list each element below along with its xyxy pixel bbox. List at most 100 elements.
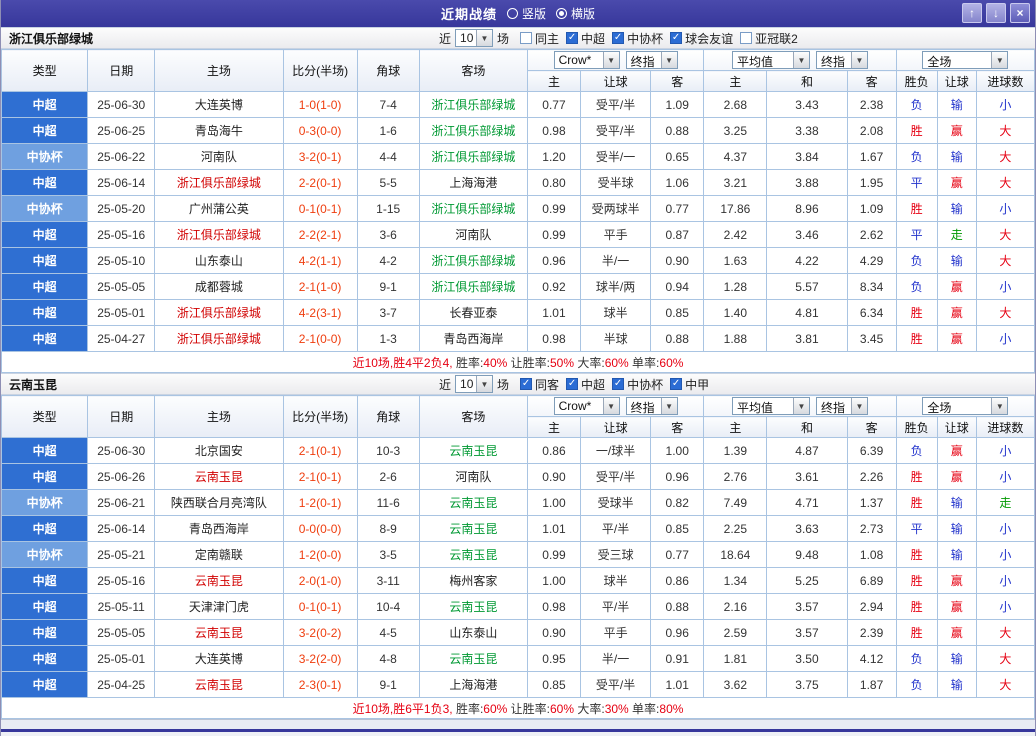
cell-home-team: 青岛海牛 xyxy=(154,117,284,144)
cell-handicap-result: 走 xyxy=(936,221,977,248)
cell-league: 中超 xyxy=(1,593,89,620)
summary-segment: 40% xyxy=(483,355,508,370)
filter-checkbox-4[interactable]: 亚冠联2 xyxy=(740,30,798,47)
cell-euro-away: 2.94 xyxy=(846,593,897,620)
cell-league: 中超 xyxy=(1,325,89,352)
cell-euro-away: 1.95 xyxy=(846,169,897,196)
cell-result: 胜 xyxy=(895,325,938,352)
team-name: 云南玉昆 xyxy=(9,377,58,392)
cell-score: 2-0(1-0) xyxy=(282,567,358,594)
cell-home-team: 广州蒲公英 xyxy=(154,195,284,222)
filter-checkbox-label: 中超 xyxy=(581,31,606,46)
cell-euro-home: 1.34 xyxy=(703,567,768,594)
view-vertical-radio[interactable]: 竖版 xyxy=(506,5,546,22)
cell-date: 25-06-14 xyxy=(87,169,156,196)
view-horizontal-radio[interactable]: 横版 xyxy=(556,5,595,22)
cell-euro-home: 18.64 xyxy=(703,541,768,568)
filter-checkbox-0[interactable]: 同主 xyxy=(520,30,559,47)
summary-text: 近10场,胜4平2负4, 胜率:40% 让胜率:50% 大率:60% 单率:60… xyxy=(1,351,1035,373)
cell-league: 中超 xyxy=(1,463,89,490)
bookmaker-select[interactable]: Crow* ▼ xyxy=(553,397,620,415)
move-down-button[interactable]: ↓ xyxy=(986,3,1006,23)
cell-league: 中超 xyxy=(1,515,89,542)
close-button[interactable]: × xyxy=(1010,3,1030,23)
cell-home-team: 浙江俱乐部绿城 xyxy=(154,299,284,326)
summary-segment: 30% xyxy=(604,701,629,716)
cell-euro-home: 2.59 xyxy=(703,619,768,646)
bottom-strip xyxy=(1,719,1035,729)
cell-handicap-result: 输 xyxy=(936,247,977,274)
cell-euro-draw: 3.57 xyxy=(766,593,848,620)
filter-checkbox-3[interactable]: ✓ 球会友谊 xyxy=(670,30,733,47)
cell-home-team: 云南玉昆 xyxy=(154,463,284,490)
cell-away-team: 云南玉昆 xyxy=(418,645,528,672)
cell-odds-away: 0.77 xyxy=(650,195,705,222)
cell-away-team: 浙江俱乐部绿城 xyxy=(418,273,528,300)
cell-result: 负 xyxy=(895,91,938,118)
scope-select[interactable]: 全场 ▼ xyxy=(922,51,1009,69)
match-row: 中超 25-05-01 浙江俱乐部绿城 4-2(3-1) 3-7 长春亚泰 1.01 球半 0.… xyxy=(1,299,1035,326)
euro-time-select[interactable]: 终指 ▼ xyxy=(815,51,868,69)
recent-results-panel: 近期战绩 竖版 横版 ↑ ↓ × 浙江俱乐部绿城 近 10 ▼ 场 同主 ✓ 中… xyxy=(0,0,1036,736)
cell-corners: 1-6 xyxy=(356,117,420,144)
filter-checkbox-2[interactable]: ✓ 中协杯 xyxy=(612,30,663,47)
euro-time-select[interactable]: 终指 ▼ xyxy=(815,397,868,415)
cell-odds-away: 0.77 xyxy=(650,541,705,568)
recent-results-table: 类型 日期 主场 比分(半场) 角球 客场 Crow* ▼ 终指 ▼ 平均值 ▼… xyxy=(1,395,1035,719)
bookmaker-select[interactable]: Crow* ▼ xyxy=(553,51,620,69)
radio-unchecked-icon xyxy=(506,8,518,19)
col-header-away: 客场 xyxy=(418,49,528,92)
cell-odds-away: 1.01 xyxy=(650,671,705,698)
cell-league: 中超 xyxy=(1,91,89,118)
cell-away-team: 浙江俱乐部绿城 xyxy=(418,143,528,170)
cell-result: 平 xyxy=(895,515,938,542)
cell-away-team: 浙江俱乐部绿城 xyxy=(418,117,528,144)
cell-league: 中超 xyxy=(1,169,89,196)
filter-checkbox-3[interactable]: ✓ 中甲 xyxy=(670,376,709,393)
chevron-down-icon: ▼ xyxy=(476,30,493,46)
cell-result: 负 xyxy=(895,671,938,698)
cell-home-team: 云南玉昆 xyxy=(154,567,284,594)
scope-select[interactable]: 全场 ▼ xyxy=(922,397,1009,415)
cell-odds-away: 0.88 xyxy=(650,117,705,144)
cell-euro-draw: 9.48 xyxy=(766,541,848,568)
filter-checkbox-1[interactable]: ✓ 中超 xyxy=(566,30,605,47)
asian-odds-select-cell: Crow* ▼ 终指 ▼ xyxy=(526,49,705,71)
cell-goals-result: 走 xyxy=(975,489,1035,516)
recent-count-select[interactable]: 10 ▼ xyxy=(455,375,494,393)
cell-odds-away: 0.88 xyxy=(650,593,705,620)
filter-checkbox-1[interactable]: ✓ 中超 xyxy=(566,376,605,393)
checkbox-checked-icon: ✓ xyxy=(566,32,579,44)
asian-time-select[interactable]: 终指 ▼ xyxy=(625,51,678,69)
col-header-euro-home: 主 xyxy=(703,70,768,92)
checkbox-unchecked-icon xyxy=(740,32,753,44)
filter-checkbox-2[interactable]: ✓ 中协杯 xyxy=(612,376,663,393)
cell-away-team: 河南队 xyxy=(418,463,528,490)
recent-count-select[interactable]: 10 ▼ xyxy=(455,29,494,47)
cell-handicap-result: 赢 xyxy=(936,299,977,326)
cell-league: 中超 xyxy=(1,645,89,672)
euro-average-select[interactable]: 平均值 ▼ xyxy=(731,397,810,415)
col-header-odds-away: 客 xyxy=(650,416,705,438)
move-up-button[interactable]: ↑ xyxy=(962,3,982,23)
col-header-score: 比分(半场) xyxy=(282,49,358,92)
cell-result: 胜 xyxy=(895,593,938,620)
cell-date: 25-05-11 xyxy=(87,593,156,620)
cell-odds-away: 0.96 xyxy=(650,619,705,646)
cell-result: 胜 xyxy=(895,299,938,326)
chevron-down-icon: ▼ xyxy=(792,52,809,68)
cell-corners: 10-4 xyxy=(356,593,420,620)
cell-corners: 3-7 xyxy=(356,299,420,326)
cell-corners: 11-6 xyxy=(356,489,420,516)
cell-home-team: 浙江俱乐部绿城 xyxy=(154,221,284,248)
cell-euro-away: 6.34 xyxy=(846,299,897,326)
euro-average-select[interactable]: 平均值 ▼ xyxy=(731,51,810,69)
titlebar-buttons: ↑ ↓ × xyxy=(962,3,1030,23)
col-header-score: 比分(半场) xyxy=(282,395,358,438)
cell-corners: 10-3 xyxy=(356,437,420,464)
cell-date: 25-05-05 xyxy=(87,273,156,300)
asian-time-select[interactable]: 终指 ▼ xyxy=(625,397,678,415)
filter-checkbox-0[interactable]: ✓ 同客 xyxy=(520,376,559,393)
chevron-down-icon: ▼ xyxy=(660,398,677,414)
cell-goals-result: 小 xyxy=(975,437,1035,464)
